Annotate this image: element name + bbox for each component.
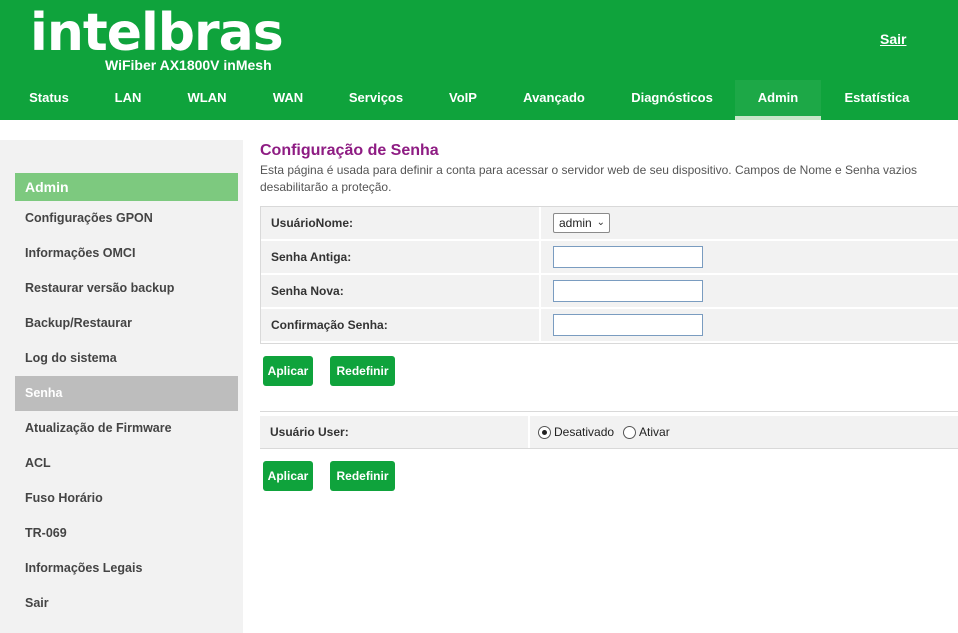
sidebar-item-log-sistema[interactable]: Log do sistema xyxy=(15,341,238,376)
new-password-label: Senha Nova: xyxy=(261,275,541,307)
username-select[interactable]: admin ⌄ xyxy=(553,213,610,233)
password-form: UsuárioNome: admin ⌄ Senha Antiga: Senha… xyxy=(260,206,958,344)
form-row-confirm-password: Confirmação Senha: xyxy=(261,309,958,343)
main-content: Configuração de Senha Esta página é usad… xyxy=(260,140,958,491)
nav-estatistica[interactable]: Estatística xyxy=(834,80,920,120)
sidebar-title: Admin xyxy=(15,173,238,201)
nav-active-indicator xyxy=(735,116,821,120)
form-row-new-password: Senha Nova: xyxy=(261,275,958,309)
nav-wan[interactable]: WAN xyxy=(258,80,318,120)
nav-admin[interactable]: Admin xyxy=(735,80,821,120)
radio-desativado-label: Desativado xyxy=(554,425,615,439)
user-account-row: Usuário User: Desativado Ativar xyxy=(260,416,958,448)
form-row-username: UsuárioNome: admin ⌄ xyxy=(261,207,958,241)
old-password-input[interactable] xyxy=(553,246,703,268)
sidebar-item-senha[interactable]: Senha xyxy=(15,376,238,411)
sidebar-item-tr069[interactable]: TR-069 xyxy=(15,516,238,551)
sidebar-item-configuracoes-gpon[interactable]: Configurações GPON xyxy=(15,201,238,236)
nav-diagnosticos[interactable]: Diagnósticos xyxy=(620,80,724,120)
sidebar-item-acl[interactable]: ACL xyxy=(15,446,238,481)
chevron-down-icon: ⌄ xyxy=(596,217,605,228)
user-account-label: Usuário User: xyxy=(260,416,530,448)
user-account-section: Usuário User: Desativado Ativar xyxy=(260,411,958,449)
sidebar: Admin Configurações GPON Informações OMC… xyxy=(0,140,243,633)
sidebar-item-informacoes-legais[interactable]: Informações Legais xyxy=(15,551,238,586)
radio-ativar-indicator[interactable] xyxy=(623,425,637,439)
nav-servicos[interactable]: Serviços xyxy=(336,80,416,120)
confirm-password-label: Confirmação Senha: xyxy=(261,309,541,341)
logout-link[interactable]: Sair xyxy=(880,31,906,47)
nav-status[interactable]: Status xyxy=(14,80,84,120)
apply-button[interactable]: Aplicar xyxy=(263,356,313,386)
nav-avancado[interactable]: Avançado xyxy=(510,80,598,120)
main-nav: Status LAN WLAN WAN Serviços VoIP Avança… xyxy=(0,80,958,120)
reset-button[interactable]: Redefinir xyxy=(330,356,395,386)
sidebar-item-restaurar-versao-backup[interactable]: Restaurar versão backup xyxy=(15,271,238,306)
sidebar-item-backup-restaurar[interactable]: Backup/Restaurar xyxy=(15,306,238,341)
form-row-old-password: Senha Antiga: xyxy=(261,241,958,275)
apply-button-2[interactable]: Aplicar xyxy=(263,461,313,491)
device-model: WiFiber AX1800V inMesh xyxy=(105,57,272,73)
new-password-input[interactable] xyxy=(553,280,703,302)
username-label: UsuárioNome: xyxy=(261,207,541,239)
radio-desativado[interactable]: Desativado xyxy=(538,425,614,439)
sidebar-item-informacoes-omci[interactable]: Informações OMCI xyxy=(15,236,238,271)
sidebar-item-sair[interactable]: Sair xyxy=(15,586,238,621)
nav-voip[interactable]: VoIP xyxy=(436,80,490,120)
username-select-value: admin xyxy=(559,216,592,230)
reset-button-2[interactable]: Redefinir xyxy=(330,461,395,491)
sidebar-item-atualizacao-firmware[interactable]: Atualização de Firmware xyxy=(15,411,238,446)
header-bar: intelbras WiFiber AX1800V inMesh Sair St… xyxy=(0,0,958,120)
radio-ativar[interactable]: Ativar xyxy=(623,425,670,439)
nav-wlan[interactable]: WLAN xyxy=(172,80,242,120)
old-password-label: Senha Antiga: xyxy=(261,241,541,273)
nav-lan[interactable]: LAN xyxy=(98,80,158,120)
sidebar-item-fuso-horario[interactable]: Fuso Horário xyxy=(15,481,238,516)
radio-desativado-indicator[interactable] xyxy=(538,425,551,439)
radio-ativar-label: Ativar xyxy=(639,425,670,439)
page-title: Configuração de Senha xyxy=(260,142,439,159)
page-description: Esta página é usada para definir a conta… xyxy=(260,163,918,194)
confirm-password-input[interactable] xyxy=(553,314,703,336)
